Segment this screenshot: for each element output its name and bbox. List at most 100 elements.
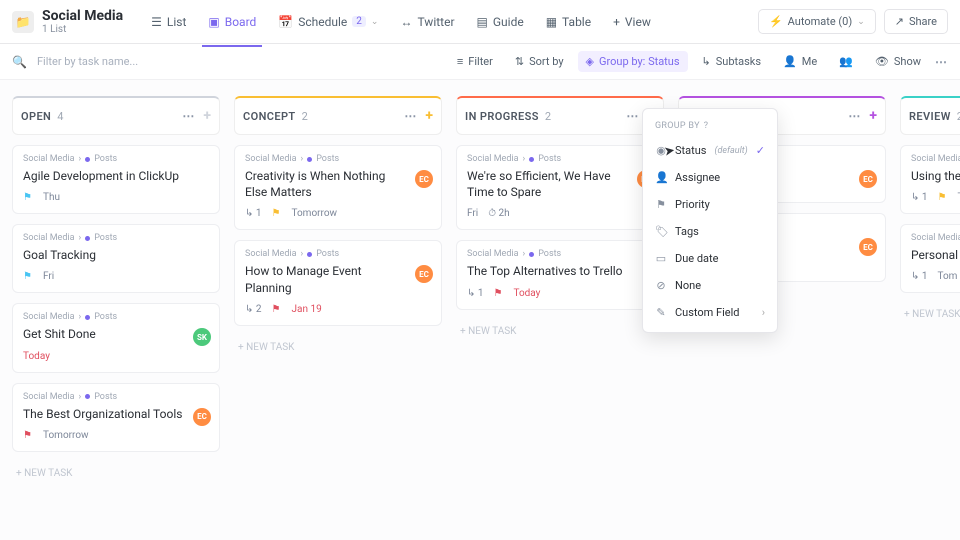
view-tab-view[interactable]: +View: [603, 7, 661, 37]
breadcrumb: Social Media › Posts: [467, 249, 653, 259]
groupby-option-due-date[interactable]: ▭Due date: [643, 245, 777, 272]
column-header: REVIEW 2 ⋯+: [900, 96, 960, 135]
breadcrumb: Social Media › Posts: [911, 154, 960, 164]
filter-button[interactable]: ≡Filter: [449, 51, 501, 72]
task-card[interactable]: Social Media › Posts Creativity is When …: [234, 145, 442, 230]
option-icon: ▭: [655, 252, 667, 265]
due-date: Jan 19: [291, 304, 321, 315]
help-icon[interactable]: ?: [704, 121, 709, 131]
groupby-option-assignee[interactable]: 👤Assignee: [643, 164, 777, 191]
show-button[interactable]: 👁Show: [867, 51, 929, 72]
automate-button[interactable]: ⚡ Automate (0) ⌄: [758, 9, 876, 34]
avatar[interactable]: EC: [859, 238, 877, 256]
new-task-button[interactable]: + NEW TASK: [12, 462, 220, 485]
task-card[interactable]: Social Media › Posts Agile Development i…: [12, 145, 220, 214]
sortby-button[interactable]: ⇅Sort by: [507, 51, 572, 72]
assignees-button[interactable]: 👥: [831, 51, 861, 72]
column-more-icon[interactable]: ⋯: [626, 109, 639, 123]
card-title: How to Manage Event Planning: [245, 263, 431, 295]
view-tab-schedule[interactable]: 📅Schedule2⌄: [268, 7, 388, 37]
chevron-down-icon: ⌄: [371, 17, 379, 27]
search-icon: 🔍: [12, 55, 27, 69]
chevron-right-icon: ›: [762, 306, 765, 319]
column-name: IN PROGRESS: [465, 110, 539, 123]
share-label: Share: [909, 15, 937, 28]
column-more-icon[interactable]: ⋯: [848, 109, 861, 123]
add-card-button[interactable]: +: [425, 108, 433, 124]
view-label: List: [167, 15, 187, 29]
card-meta: ⚑ Thu: [23, 192, 209, 203]
card-title: The Top Alternatives to Trello: [467, 263, 653, 279]
new-task-button[interactable]: + NEW TASK: [234, 336, 442, 359]
time-estimate: ⏱ 2h: [488, 208, 509, 219]
groupby-dropdown: GROUP BY ? ◉Status (default)👤Assignee⚑Pr…: [642, 108, 778, 333]
filter-icon: ≡: [457, 55, 463, 68]
option-icon: ✎: [655, 306, 667, 319]
board: GROUP BY ? ◉Status (default)👤Assignee⚑Pr…: [0, 80, 960, 540]
view-tab-board[interactable]: ▣Board: [198, 7, 266, 37]
task-card[interactable]: Social Media › Posts The Top Alternative…: [456, 240, 664, 309]
view-tabs: ☰List▣Board📅Schedule2⌄↔Twitter▤Guide▦Tab…: [141, 7, 758, 37]
due-date: Today: [23, 351, 50, 362]
column-more-icon[interactable]: ⋯: [182, 109, 195, 123]
column-more-icon[interactable]: ⋯: [404, 109, 417, 123]
flag-icon: ⚑: [23, 272, 33, 282]
groupby-option-none[interactable]: ⊘None: [643, 272, 777, 299]
card-meta: ↳ 1 Tom: [911, 271, 960, 282]
avatar[interactable]: SK: [193, 328, 211, 346]
view-icon: ▦: [546, 15, 557, 29]
view-tab-list[interactable]: ☰List: [141, 7, 196, 37]
more-icon[interactable]: ⋯: [935, 55, 948, 69]
view-label: Guide: [493, 15, 524, 29]
avatar[interactable]: EC: [859, 170, 877, 188]
view-tab-twitter[interactable]: ↔Twitter: [390, 7, 464, 37]
option-label: None: [675, 279, 701, 292]
flag-icon: ⚑: [937, 193, 947, 203]
view-icon: ↔: [400, 15, 412, 29]
add-card-button[interactable]: +: [203, 108, 211, 124]
task-card[interactable]: Social Media › Posts Goal Tracking ⚑ Fri: [12, 224, 220, 293]
column-count: 2: [545, 110, 552, 123]
subtasks-button[interactable]: ↳Subtasks: [694, 51, 770, 72]
view-tab-guide[interactable]: ▤Guide: [467, 7, 534, 37]
option-icon: 👤: [655, 171, 667, 184]
view-label: Schedule: [298, 15, 347, 29]
show-label: Show: [894, 55, 921, 68]
subtasks-label: Subtasks: [716, 55, 761, 68]
search-input[interactable]: [37, 55, 217, 68]
task-card[interactable]: Social Media › Posts The Best Organizati…: [12, 383, 220, 452]
share-button[interactable]: ↗ Share: [884, 9, 948, 34]
people-icon: 👥: [839, 55, 853, 68]
subtask-count: ↳ 1: [467, 288, 483, 299]
view-tab-table[interactable]: ▦Table: [536, 7, 601, 37]
groupby-option-priority[interactable]: ⚑Priority: [643, 191, 777, 218]
due-date: Fri: [467, 208, 478, 219]
avatar[interactable]: EC: [193, 408, 211, 426]
subtask-count: ↳ 2: [245, 304, 261, 315]
avatar[interactable]: EC: [415, 170, 433, 188]
add-card-button[interactable]: +: [869, 108, 877, 124]
flag-icon: ⚑: [271, 209, 281, 219]
groupby-option-custom-field[interactable]: ✎Custom Field›: [643, 299, 777, 326]
task-card[interactable]: Social Media › Posts Using the GTD M ↳ 1…: [900, 145, 960, 214]
flag-icon: ⚑: [271, 304, 281, 314]
me-button[interactable]: 👤Me: [775, 51, 825, 72]
groupby-button[interactable]: ◈ Group by: Status: [578, 51, 688, 72]
folder-icon: 📁: [12, 11, 34, 33]
card-meta: ↳ 2 ⚑ Jan 19: [245, 304, 431, 315]
column-name: CONCEPT: [243, 110, 296, 123]
task-card[interactable]: Social Media › Posts Get Shit Done SK To…: [12, 303, 220, 372]
new-task-button[interactable]: + NEW TASK: [900, 303, 960, 326]
column-count: 2: [302, 110, 309, 123]
workspace-title-block[interactable]: Social Media 1 List: [42, 8, 123, 35]
due-date: Fri: [43, 271, 54, 282]
new-task-button[interactable]: + NEW TASK: [456, 320, 664, 343]
task-card[interactable]: Social Media › Posts Personal Task M ↳ 1…: [900, 224, 960, 293]
group-icon: ◈: [586, 55, 594, 68]
task-card[interactable]: Social Media › Posts How to Manage Event…: [234, 240, 442, 325]
task-card[interactable]: Social Media › Posts We're so Efficient,…: [456, 145, 664, 230]
groupby-label: Group by: Status: [599, 55, 680, 68]
groupby-option-tags[interactable]: 🏷Tags: [643, 218, 777, 245]
breadcrumb: Social Media › Posts: [467, 154, 653, 164]
column-name: REVIEW: [909, 110, 951, 123]
